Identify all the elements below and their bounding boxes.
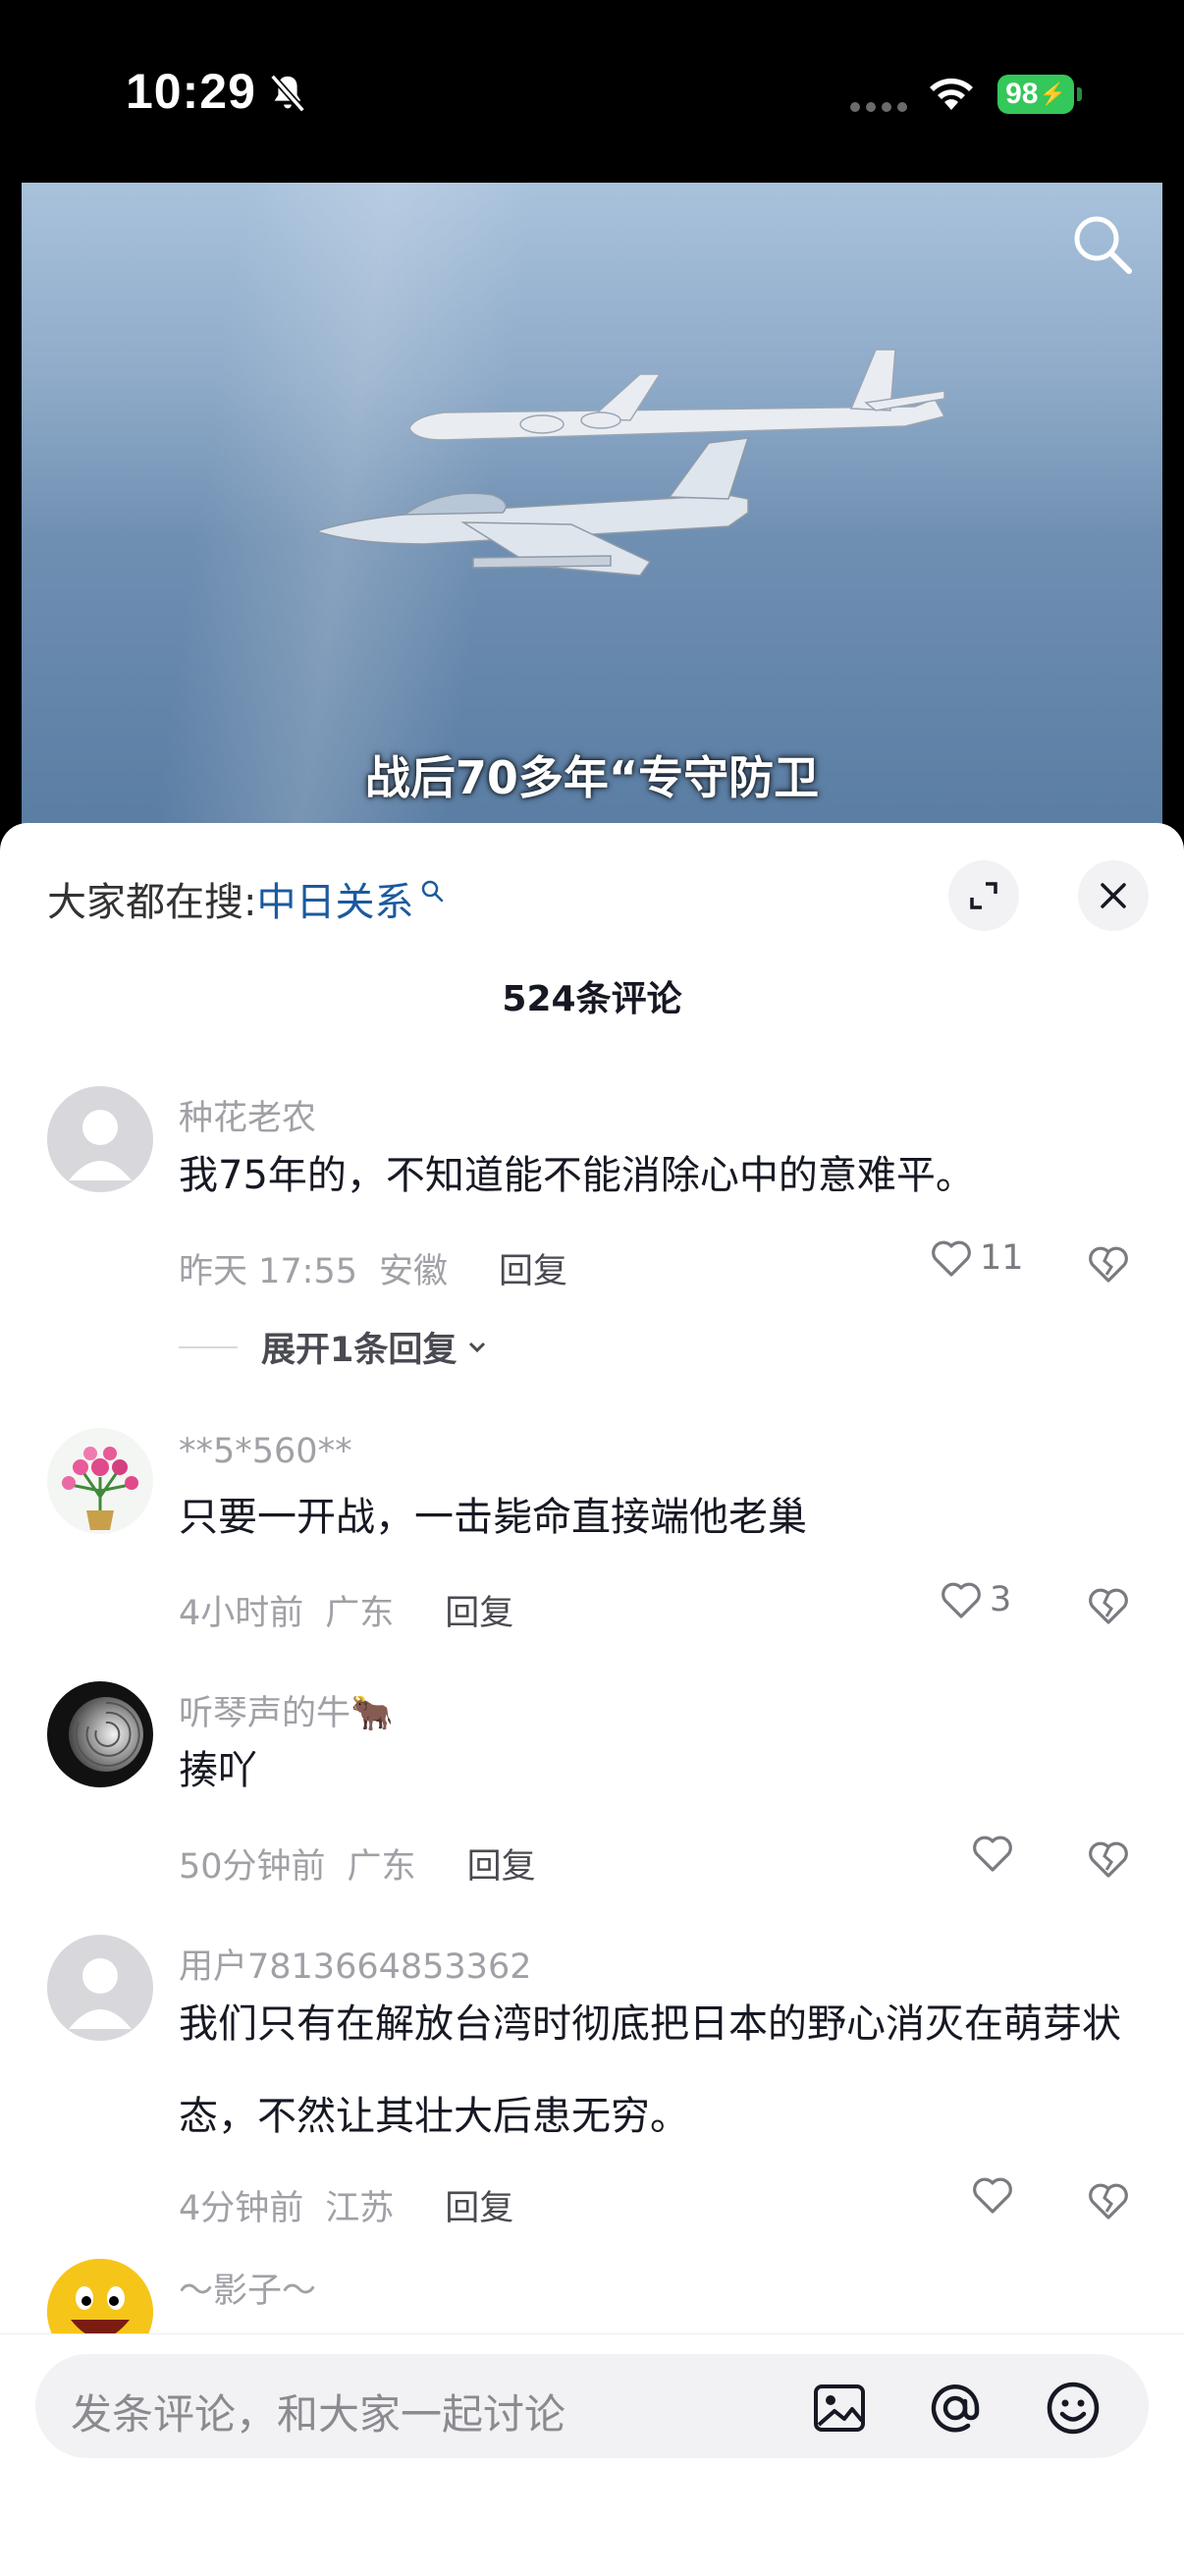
comment-location: 广东 xyxy=(347,1847,416,1887)
like-count: 3 xyxy=(990,1580,1012,1619)
broken-heart-icon[interactable] xyxy=(1084,2176,1133,2225)
reply-button[interactable]: 回复 xyxy=(499,1243,567,1293)
shell-avatar-icon xyxy=(69,1697,143,1772)
heart-icon xyxy=(973,2177,1012,2214)
comment-location: 安徽 xyxy=(379,1252,449,1291)
chevron-down-icon xyxy=(469,1342,486,1352)
image-icon[interactable] xyxy=(811,2380,868,2437)
expand-icon xyxy=(970,882,997,909)
search-suggestion-prefix: 大家都在搜: xyxy=(47,880,257,925)
comment-username[interactable]: **5*560** xyxy=(179,1432,352,1471)
avatar[interactable] xyxy=(47,1935,153,2041)
comment-time: 4小时前 xyxy=(179,1594,304,1633)
comment-time: 4分钟前 xyxy=(179,2189,304,2228)
broken-heart-icon[interactable] xyxy=(1084,1835,1133,1884)
wifi-icon xyxy=(930,78,973,110)
comment-meta: 4小时前 广东 回复 xyxy=(179,1585,513,1635)
heart-icon xyxy=(942,1582,981,1618)
video-player[interactable]: 战后70多年“专守防卫 xyxy=(22,183,1162,831)
divider-line xyxy=(179,1345,238,1348)
expand-replies-label: 展开1条回复 xyxy=(261,1331,457,1370)
broken-heart-icon[interactable] xyxy=(1084,1239,1133,1288)
at-icon[interactable] xyxy=(927,2380,984,2437)
reply-button[interactable]: 回复 xyxy=(445,1585,513,1635)
reply-button[interactable]: 回复 xyxy=(445,2180,513,2230)
video-subtitle: 战后70多年“专守防卫 xyxy=(364,751,820,804)
broken-heart-icon[interactable] xyxy=(1084,1581,1133,1630)
comment-input-placeholder: 发条评论，和大家一起讨论 xyxy=(71,2390,566,2439)
comment-text: 我75年的，不知道能不能消除心中的意难平。 xyxy=(179,1153,975,1198)
cellular-signal-icon xyxy=(850,102,907,112)
bell-off-icon xyxy=(270,74,305,113)
avatar[interactable] xyxy=(47,1681,153,1787)
comment-meta: 昨天 17:55 安徽 回复 xyxy=(179,1243,567,1293)
comment-location: 广东 xyxy=(325,1594,395,1633)
like-button[interactable] xyxy=(968,2170,1017,2220)
like-button[interactable]: 11 xyxy=(927,1233,1024,1283)
expand-button[interactable] xyxy=(948,860,1019,931)
heart-icon xyxy=(973,1836,1012,1872)
comment-input[interactable]: 发条评论，和大家一起讨论 xyxy=(35,2354,1149,2458)
comment-text: 只要一开战，一击毙命直接端他老巢 xyxy=(179,1495,807,1540)
comment-input-bar: 发条评论，和大家一起讨论 xyxy=(0,2333,1184,2576)
like-count: 11 xyxy=(980,1238,1024,1278)
comment-time: 昨天 17:55 xyxy=(179,1252,357,1291)
battery-indicator: 98 ⚡ xyxy=(997,75,1074,114)
comment-username[interactable]: ～影子～ xyxy=(179,2263,316,2313)
search-suggestion[interactable]: 大家都在搜: 中日关系 xyxy=(47,870,445,927)
search-suggestion-keyword[interactable]: 中日关系 xyxy=(256,870,413,927)
aircraft-image xyxy=(316,349,946,576)
flower-avatar-icon xyxy=(62,1447,138,1530)
comment-panel: 大家都在搜: 中日关系 524条评论 种花老农 我75年的，不知道能不能消除心中… xyxy=(0,823,1184,2575)
comment-meta: 50分钟前 广东 回复 xyxy=(179,1838,536,1889)
default-avatar-icon xyxy=(69,1958,132,2029)
like-button[interactable]: 3 xyxy=(937,1575,1011,1624)
small-search-icon xyxy=(422,880,444,903)
avatar[interactable] xyxy=(47,1428,153,1534)
default-avatar-icon xyxy=(69,1110,132,1180)
heart-icon xyxy=(932,1240,971,1277)
comment-text: 我们只有在解放台湾时彻底把日本的野心消灭在萌芽状态，不然让其壮大后患无穷。 xyxy=(179,2001,1121,2139)
comment-time: 50分钟前 xyxy=(179,1847,326,1887)
close-icon xyxy=(1101,883,1126,908)
close-button[interactable] xyxy=(1078,860,1149,931)
like-button[interactable] xyxy=(968,1829,1017,1878)
comment-text: 揍吖 xyxy=(179,1748,257,1793)
avatar[interactable] xyxy=(47,1086,153,1192)
comment-meta: 4分钟前 江苏 回复 xyxy=(179,2180,513,2230)
reply-button[interactable]: 回复 xyxy=(467,1838,536,1889)
battery-level: 98 xyxy=(1005,78,1039,110)
expand-replies-button[interactable]: 展开1条回复 xyxy=(179,1322,492,1372)
status-bar: 10:29 98 ⚡ xyxy=(0,0,1184,183)
status-time: 10:29 xyxy=(126,64,256,119)
battery-cap xyxy=(1077,87,1082,101)
emoji-icon[interactable] xyxy=(1045,2380,1102,2437)
search-icon[interactable] xyxy=(1068,210,1137,279)
comment-count: 524条评论 xyxy=(502,979,682,1019)
comment-location: 江苏 xyxy=(325,2189,395,2228)
